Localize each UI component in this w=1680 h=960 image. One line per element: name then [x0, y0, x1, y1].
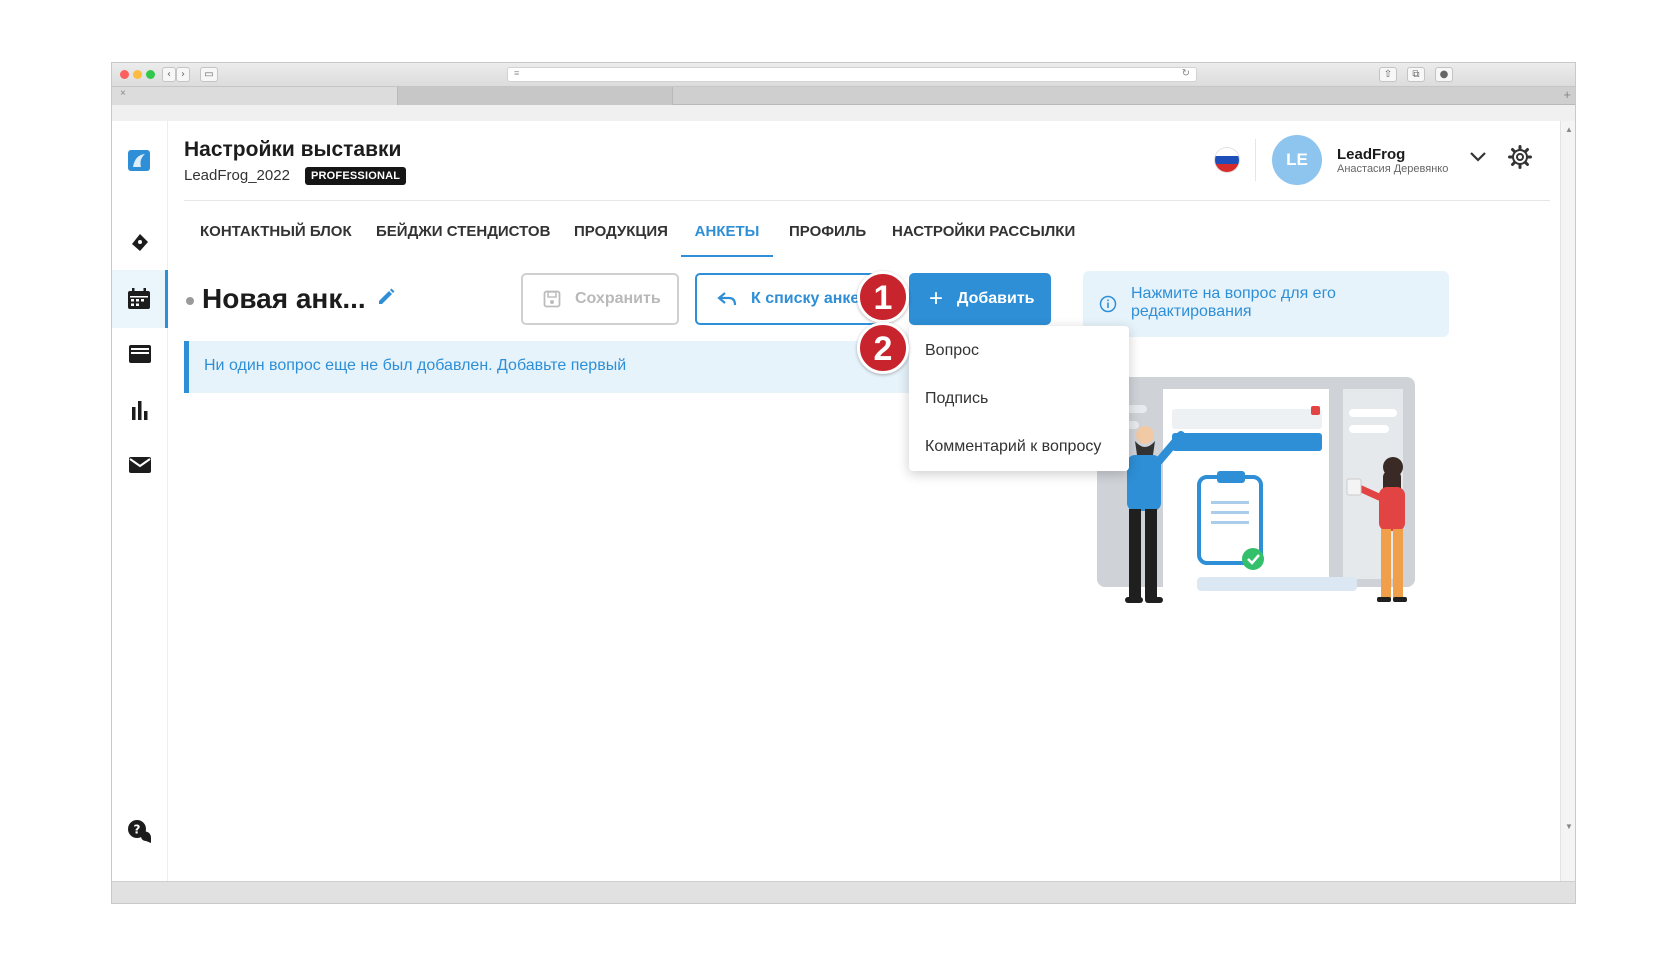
annotation-marker-2: 2	[857, 322, 909, 374]
page-scrollbar[interactable]: ▲ ▼	[1560, 121, 1575, 881]
page-title: Настройки выставки	[184, 138, 402, 161]
tab-profile[interactable]: ПРОФИЛЬ	[789, 211, 866, 257]
forward-arrow-icon[interactable]: ›	[176, 67, 190, 82]
info-icon	[1099, 295, 1117, 318]
extension-icon[interactable]: ●	[1435, 67, 1453, 82]
avatar[interactable]: LE	[1272, 135, 1322, 185]
plan-badge: PROFESSIONAL	[305, 167, 407, 185]
form-title: Новая анк...	[202, 283, 366, 314]
close-tab-icon[interactable]: ×	[120, 88, 126, 99]
back-button-label: К списку анкет	[751, 290, 867, 307]
menu-item-caption[interactable]: Подпись	[925, 390, 988, 408]
pencil-icon[interactable]	[376, 287, 396, 312]
add-dropdown-menu: Вопрос Подпись Комментарий к вопросу	[909, 326, 1129, 471]
mail-icon[interactable]	[112, 436, 168, 494]
sidebar: ?	[112, 121, 168, 881]
page-top-gap	[112, 105, 1575, 121]
header-divider	[1255, 139, 1256, 181]
share-icon[interactable]: ⇧	[1379, 67, 1397, 82]
bar-chart-icon[interactable]	[112, 381, 168, 439]
browser-tabstrip: × +	[112, 87, 1575, 105]
menu-item-question-comment[interactable]: Комментарий к вопросу	[925, 438, 1101, 456]
address-bar[interactable]: ≡ ↻	[507, 67, 1197, 82]
new-tab-icon[interactable]: +	[1563, 87, 1571, 102]
tab-mailing-settings[interactable]: НАСТРОЙКИ РАССЫЛКИ	[892, 211, 1075, 257]
gear-icon[interactable]	[1508, 145, 1532, 174]
hint-box: Нажмите на вопрос для его редактирования	[1083, 271, 1449, 337]
app-content: ? Настройки выставки LeadFrog_2022 PROFE…	[112, 121, 1560, 881]
tab-staff-badges[interactable]: БЕЙДЖИ СТЕНДИСТОВ	[376, 211, 550, 257]
save-button[interactable]: Сохранить	[521, 273, 679, 325]
svg-text:?: ?	[134, 823, 141, 837]
language-flag-icon[interactable]	[1215, 148, 1239, 172]
minimize-window-button[interactable]	[133, 70, 142, 79]
annotation-marker-1: 1	[857, 271, 909, 323]
calendar-icon[interactable]	[112, 270, 168, 328]
scroll-down-icon[interactable]: ▼	[1565, 822, 1573, 831]
unsaved-indicator	[186, 297, 194, 305]
tab-contact-block[interactable]: КОНТАКТНЫЙ БЛОК	[200, 211, 352, 257]
add-button-label: Добавить	[957, 290, 1035, 307]
reply-arrow-icon	[717, 291, 737, 307]
user-name: Анастасия Деревянко	[1337, 163, 1449, 175]
browser-titlebar: ‹ › ▭ ≡ ↻ ⇧ ⧉ ●	[112, 63, 1575, 87]
logo-icon[interactable]	[112, 131, 168, 189]
tabs-overview-icon[interactable]: ⧉	[1407, 67, 1425, 82]
project-name: LeadFrog_2022	[184, 167, 290, 184]
add-button[interactable]: + Добавить	[909, 273, 1051, 325]
header-separator	[184, 200, 1550, 201]
user-company: LeadFrog	[1337, 146, 1406, 163]
sidebar-toggle-icon[interactable]: ▭	[200, 67, 218, 82]
browser-tab[interactable]	[398, 87, 673, 105]
hint-text: Нажмите на вопрос для его редактирования	[1131, 285, 1336, 320]
maximize-window-button[interactable]	[146, 70, 155, 79]
tab-forms[interactable]: АНКЕТЫ	[681, 211, 773, 257]
browser-window: ‹ › ▭ ≡ ↻ ⇧ ⧉ ● × + ? Настройки выставки…	[111, 62, 1576, 904]
reader-icon[interactable]: ≡	[514, 68, 519, 78]
chevron-down-icon[interactable]	[1469, 150, 1487, 168]
plus-icon: +	[929, 285, 944, 312]
tab-products[interactable]: ПРОДУКЦИЯ	[574, 211, 668, 257]
browser-bottom-bar	[112, 881, 1575, 903]
browser-tab[interactable]: ×	[112, 87, 398, 105]
ticket-icon[interactable]	[112, 213, 168, 271]
back-arrow-icon[interactable]: ‹	[162, 67, 176, 82]
scroll-up-icon[interactable]: ▲	[1565, 125, 1573, 134]
reload-icon[interactable]: ↻	[1182, 68, 1190, 79]
inbox-icon[interactable]	[112, 325, 168, 383]
empty-notice-text: Ни один вопрос еще не был добавлен. Доба…	[204, 357, 627, 374]
close-window-button[interactable]	[120, 70, 129, 79]
menu-item-question[interactable]: Вопрос	[925, 342, 979, 360]
help-chat-icon[interactable]: ?	[112, 803, 168, 861]
save-button-label: Сохранить	[575, 290, 661, 307]
presentation-illustration	[1097, 369, 1437, 639]
save-icon	[543, 290, 561, 308]
